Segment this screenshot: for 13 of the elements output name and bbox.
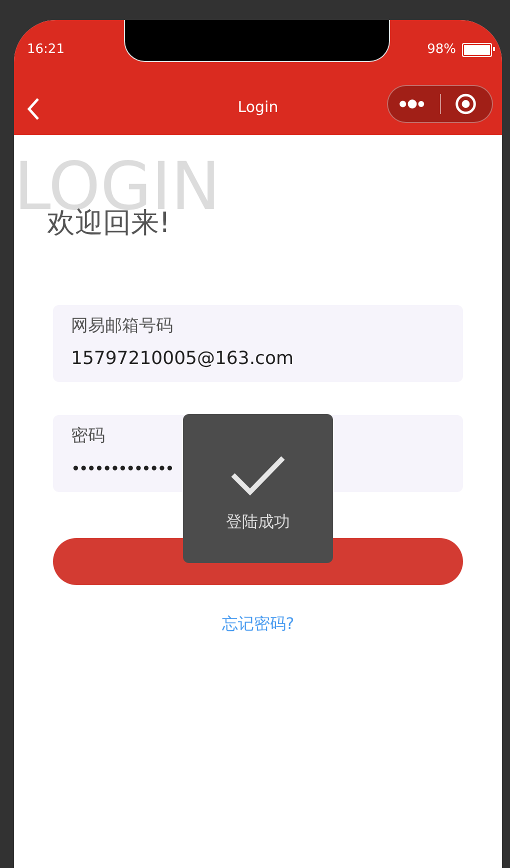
- welcome-heading: 欢迎回来!: [47, 207, 170, 239]
- battery-icon: [462, 43, 492, 57]
- field-label: 密码: [71, 425, 106, 447]
- page-title: Login: [238, 98, 278, 116]
- toast-message: 登陆成功: [226, 512, 290, 533]
- field-value: 15797210005@163.com: [71, 348, 294, 370]
- battery-percentage: 98%: [427, 42, 456, 56]
- field-value: •••••••••••••: [71, 458, 173, 480]
- input-field[interactable]: 网易邮箱号码 15797210005@163.com: [53, 305, 463, 382]
- back-icon[interactable]: [26, 97, 40, 121]
- status-time: 16:21: [27, 42, 64, 56]
- field-label: 网易邮箱号码: [71, 315, 174, 337]
- checkmark-icon: [230, 454, 286, 496]
